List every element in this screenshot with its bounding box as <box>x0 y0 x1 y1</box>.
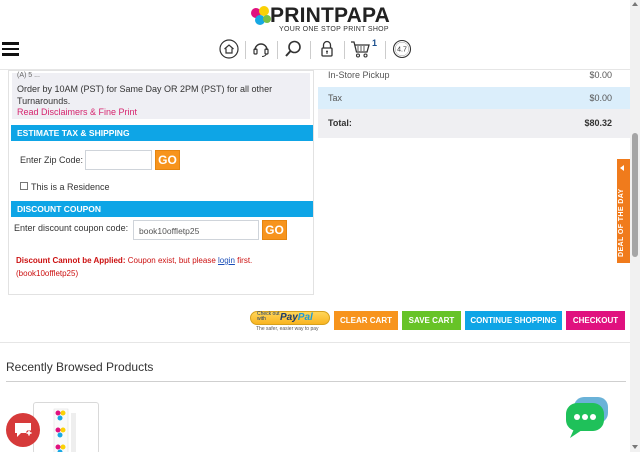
coupon-heading: DISCOUNT COUPON <box>11 201 313 217</box>
cart-count-badge: 1 <box>372 38 378 48</box>
checkout-button[interactable]: CHECKOUT <box>566 311 625 330</box>
login-link[interactable]: login <box>218 256 235 265</box>
zip-input[interactable] <box>85 150 152 170</box>
total-label: Total: <box>328 118 352 128</box>
save-cart-button[interactable]: SAVE CART <box>402 311 461 330</box>
coupon-error-message: Discount Cannot be Applied: Coupon exist… <box>16 254 308 280</box>
pickup-label: In-Store Pickup <box>328 70 390 80</box>
partial-text: (A) 5 ... <box>17 72 40 79</box>
logo-tagline: YOUR ONE STOP PRINT SHOP <box>279 26 389 33</box>
coupon-input[interactable]: book10offletp25 <box>133 220 259 240</box>
tax-row: Tax $0.00 <box>318 87 630 109</box>
chevron-left-icon <box>620 165 624 171</box>
order-cutoff-note: (A) 5 ... Order by 10AM (PST) for Same D… <box>12 72 310 119</box>
search-icon[interactable] <box>282 38 304 60</box>
rating-value: 4.7 <box>397 47 407 54</box>
messenger-button[interactable] <box>564 397 610 439</box>
live-chat-button[interactable] <box>6 413 40 447</box>
logo-text: PRINTPAPA <box>270 4 391 27</box>
home-icon[interactable] <box>218 38 240 60</box>
scroll-down-arrow-icon[interactable] <box>632 445 638 449</box>
lock-icon[interactable] <box>316 38 338 60</box>
coupon-error-code: (book10offletp25) <box>16 269 79 278</box>
coupon-error-end: first. <box>237 256 253 265</box>
messenger-chat-icon <box>566 397 608 438</box>
total-row: Total: $80.32 <box>318 109 630 138</box>
scroll-up-arrow-icon[interactable] <box>632 2 638 6</box>
recent-products-title: Recently Browsed Products <box>6 360 154 374</box>
recent-product-thumbnail[interactable] <box>33 402 99 452</box>
paypal-checkout-button[interactable]: Check out with PayPal The safer, easier w… <box>250 311 330 333</box>
deal-of-the-day-label: DEAL OF THE DAY <box>618 188 625 257</box>
coupon-error-text: Coupon exist, but please <box>127 256 216 265</box>
coupon-go-button[interactable]: GO <box>262 220 287 240</box>
site-header: PRINTPAPA YOUR ONE STOP PRINT SHOP 4.7 1 <box>0 0 630 70</box>
scrollbar-thumb[interactable] <box>632 133 638 257</box>
cart-page: PRINTPAPA YOUR ONE STOP PRINT SHOP 4.7 1… <box>0 0 640 452</box>
paypal-tagline: The safer, easier way to pay <box>256 326 319 332</box>
pickup-row: In-Store Pickup $0.00 <box>318 70 630 87</box>
total-value: $80.32 <box>584 118 612 128</box>
estimate-heading: ESTIMATE TAX & SHIPPING <box>11 125 313 141</box>
coupon-error-title: Discount Cannot be Applied: <box>16 256 126 265</box>
section-divider <box>0 342 630 343</box>
menu-icon[interactable] <box>2 42 19 56</box>
disclaimer-link[interactable]: Read Disclaimers & Fine Print <box>17 107 305 119</box>
zip-go-button[interactable]: GO <box>155 150 180 170</box>
paypal-checkout-text: Check out with <box>257 311 280 322</box>
page-scrollbar[interactable] <box>630 0 640 452</box>
coupon-label: Enter discount coupon code: <box>14 223 129 233</box>
cart-utilities-panel: (A) 5 ... Order by 10AM (PST) for Same D… <box>8 70 314 295</box>
chat-bubble-icon <box>15 423 32 437</box>
order-cutoff-text: Order by 10AM (PST) for Same Day OR 2PM … <box>17 84 273 106</box>
support-headset-icon[interactable] <box>250 38 272 60</box>
tax-value: $0.00 <box>589 93 612 103</box>
order-totals: In-Store Pickup $0.00 Tax $0.00 Total: $… <box>318 70 630 138</box>
clear-cart-button[interactable]: CLEAR CART <box>334 311 398 330</box>
tax-label: Tax <box>328 93 343 103</box>
rating-badge-icon[interactable]: 4.7 <box>391 38 413 60</box>
zip-label: Enter Zip Code: <box>20 155 84 165</box>
pickup-value: $0.00 <box>589 70 612 80</box>
cart-icon[interactable] <box>349 38 373 60</box>
recent-products-divider <box>6 381 626 382</box>
paypal-logo: PayPal <box>280 312 313 323</box>
deal-of-the-day-tab[interactable]: DEAL OF THE DAY <box>617 159 630 263</box>
residence-checkbox[interactable] <box>20 182 28 190</box>
residence-label: This is a Residence <box>31 182 110 192</box>
logo[interactable]: PRINTPAPA YOUR ONE STOP PRINT SHOP <box>250 4 390 34</box>
continue-shopping-button[interactable]: CONTINUE SHOPPING <box>465 311 562 330</box>
